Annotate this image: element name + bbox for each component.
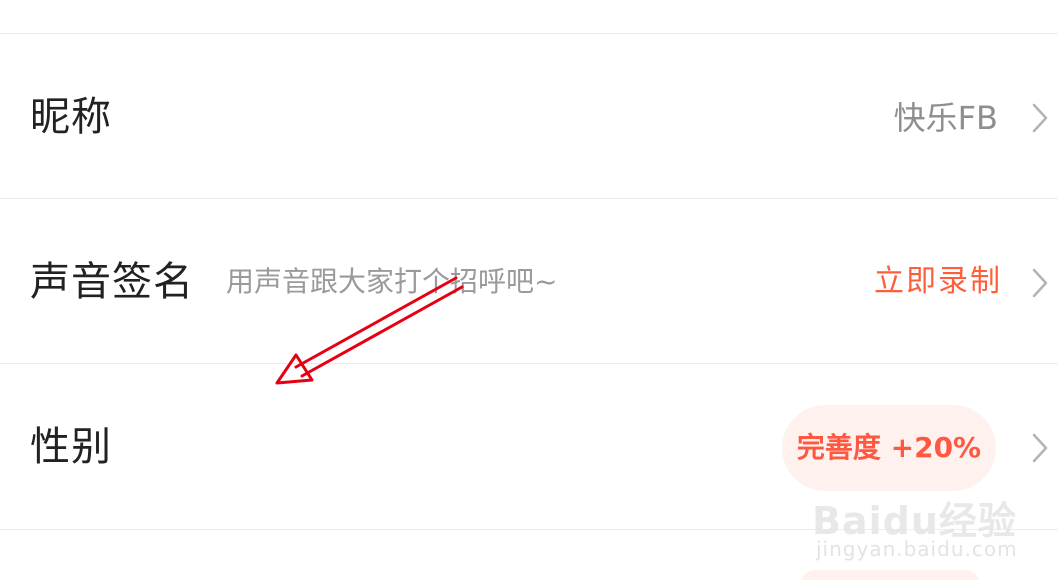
- voice-signature-hint: 用声音跟大家打个招呼吧~: [226, 265, 558, 298]
- next-row-badge-partial: [800, 570, 980, 580]
- settings-row-voice-signature[interactable]: 声音签名 用声音跟大家打个招呼吧~ 立即录制: [0, 199, 1058, 363]
- voice-signature-label: 声音签名: [30, 259, 194, 305]
- chevron-right-icon: [1032, 103, 1048, 133]
- chevron-right-icon: [1032, 433, 1048, 463]
- completion-badge: 完善度 +20%: [782, 405, 996, 491]
- record-now-button[interactable]: 立即录制: [874, 260, 1002, 304]
- profile-settings-screen: 昵称 快乐FB 声音签名 用声音跟大家打个招呼吧~ 立即录制 性别 完善度 +2…: [0, 0, 1058, 580]
- gender-label: 性别: [30, 424, 112, 470]
- nickname-value: 快乐FB: [893, 99, 998, 137]
- baidu-watermark-url: jingyan.baidu.com: [816, 537, 1018, 561]
- nickname-label: 昵称: [30, 94, 112, 140]
- settings-row-nickname[interactable]: 昵称 快乐FB: [0, 34, 1058, 198]
- chevron-right-icon: [1032, 268, 1048, 298]
